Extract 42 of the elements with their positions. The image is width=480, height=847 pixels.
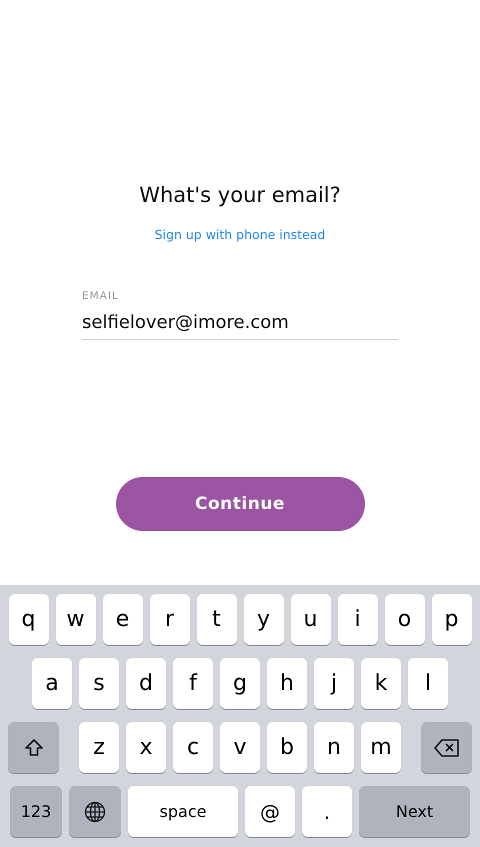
- shift-key[interactable]: [8, 722, 59, 773]
- letter-key[interactable]: i: [338, 594, 378, 645]
- letter-key[interactable]: s: [79, 658, 119, 709]
- letter-key[interactable]: r: [150, 594, 190, 645]
- symbol-key[interactable]: @: [245, 786, 295, 837]
- field-label: EMAIL: [82, 290, 120, 302]
- globe-key[interactable]: [69, 786, 121, 837]
- letter-key[interactable]: b: [267, 722, 307, 773]
- letter-key[interactable]: z: [79, 722, 119, 773]
- letter-key[interactable]: y: [244, 594, 284, 645]
- letter-key[interactable]: c: [173, 722, 213, 773]
- letter-key[interactable]: a: [32, 658, 72, 709]
- shift-icon: [24, 738, 44, 758]
- globe-icon: [84, 800, 106, 822]
- letter-key[interactable]: u: [290, 594, 330, 645]
- letter-key[interactable]: e: [102, 594, 142, 645]
- letter-key[interactable]: q: [8, 594, 48, 645]
- next-key[interactable]: Next: [359, 786, 470, 837]
- letter-key[interactable]: l: [408, 658, 448, 709]
- symbol-key[interactable]: .: [302, 786, 352, 837]
- space-key[interactable]: space: [128, 786, 238, 837]
- letter-key[interactable]: g: [220, 658, 260, 709]
- phone-signup-link[interactable]: Sign up with phone instead: [154, 227, 326, 242]
- letter-key[interactable]: o: [384, 594, 424, 645]
- numbers-key[interactable]: 123: [10, 786, 62, 837]
- email-field[interactable]: selfielover@imore.com: [82, 312, 398, 340]
- letter-key[interactable]: t: [196, 594, 236, 645]
- letter-key[interactable]: h: [267, 658, 307, 709]
- delete-key[interactable]: [421, 722, 472, 773]
- backspace-icon: [434, 738, 460, 756]
- letter-key[interactable]: n: [314, 722, 354, 773]
- continue-button[interactable]: Continue: [116, 477, 364, 531]
- letter-key[interactable]: m: [361, 722, 401, 773]
- letter-key[interactable]: w: [56, 594, 96, 645]
- letter-key[interactable]: j: [314, 658, 354, 709]
- letter-key[interactable]: f: [173, 658, 213, 709]
- letter-key[interactable]: v: [220, 722, 260, 773]
- letter-key[interactable]: p: [432, 594, 472, 645]
- letter-key[interactable]: k: [361, 658, 401, 709]
- page-title: What's your email?: [139, 183, 341, 207]
- letter-key[interactable]: d: [126, 658, 166, 709]
- letter-key[interactable]: x: [126, 722, 166, 773]
